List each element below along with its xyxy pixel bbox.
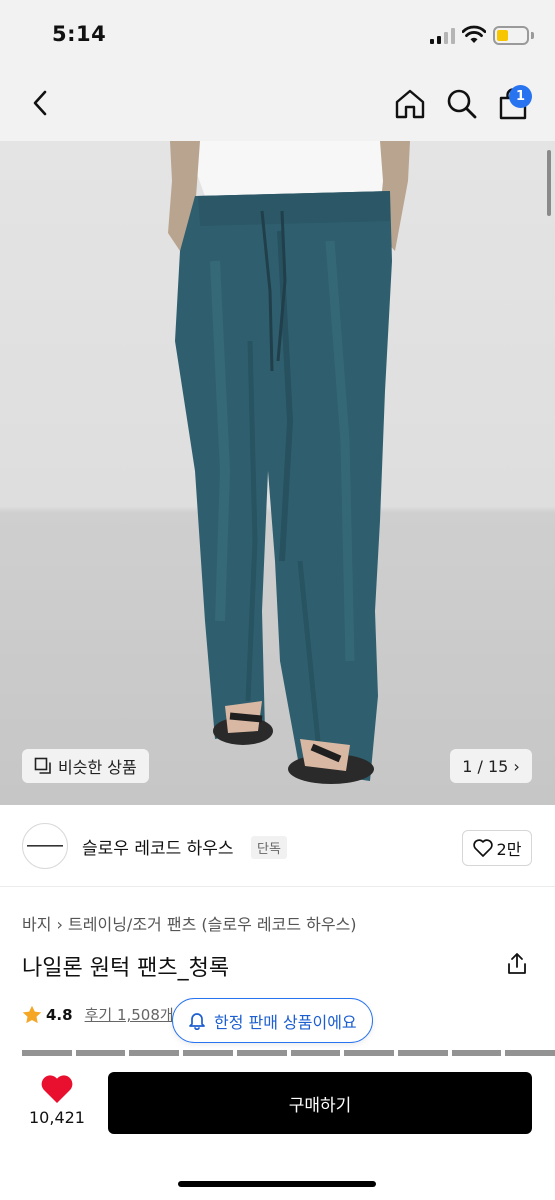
home-icon[interactable]: [394, 88, 426, 120]
image-page-indicator[interactable]: 1 / 15 ›: [450, 749, 532, 783]
rating-row: 4.8 후기 1,508개: [22, 1004, 174, 1025]
wifi-icon: [462, 25, 486, 43]
brand-like-count: 2만: [496, 840, 522, 859]
limited-edition-toast: 한정 판매 상품이에요: [172, 998, 373, 1043]
status-bar: 5:14: [0, 0, 555, 66]
breadcrumb-category[interactable]: 바지: [22, 915, 51, 934]
breadcrumb: 바지 › 트레이닝/조거 팬츠 (슬로우 레코드 하우스): [22, 911, 357, 935]
buy-button[interactable]: 구매하기: [108, 1072, 532, 1134]
bell-icon: [189, 1013, 205, 1030]
search-icon[interactable]: [446, 88, 478, 120]
wishlist-count: 10,421: [29, 1108, 85, 1127]
cellular-signal-icon: [430, 28, 455, 44]
breadcrumb-subcategory[interactable]: 트레이닝/조거 팬츠: [68, 915, 196, 934]
heart-filled-icon[interactable]: [40, 1074, 74, 1104]
product-photo[interactable]: [0, 141, 555, 805]
brand-name[interactable]: 슬로우 레코드 하우스: [82, 834, 234, 859]
similar-items-button[interactable]: 비슷한 상품: [22, 749, 149, 783]
brand-like-button[interactable]: 2만: [462, 830, 532, 866]
limited-edition-label: 한정 판매 상품이에요: [214, 1012, 357, 1032]
product-title: 나일론 원턱 팬츠_청록: [22, 956, 230, 981]
exclusive-badge: 단독: [251, 836, 287, 859]
scroll-indicator: [547, 150, 551, 216]
rating-value: 4.8: [46, 1005, 73, 1024]
cart-count-badge: 1: [509, 85, 532, 108]
star-icon: [22, 1005, 42, 1024]
brand-logo[interactable]: [22, 823, 68, 869]
heart-outline-icon: [472, 839, 493, 857]
brand-logo-mark: [27, 845, 63, 847]
reviews-link[interactable]: 후기 1,508개: [85, 1004, 174, 1025]
breadcrumb-brand[interactable]: (슬로우 레코드 하우스): [201, 915, 356, 934]
status-time: 5:14: [52, 22, 107, 46]
nav-bar: [0, 66, 555, 141]
product-photo-illustration: [168, 141, 410, 784]
breadcrumb-separator: ›: [56, 915, 63, 934]
similar-items-label: 비슷한 상품: [58, 758, 137, 777]
battery-icon: [493, 26, 529, 45]
similar-items-icon: [34, 757, 51, 774]
share-icon[interactable]: [506, 952, 528, 976]
brand-row[interactable]: 슬로우 레코드 하우스 단독 2만: [0, 805, 555, 887]
back-arrow-icon[interactable]: [26, 88, 56, 118]
home-indicator: [178, 1181, 376, 1187]
